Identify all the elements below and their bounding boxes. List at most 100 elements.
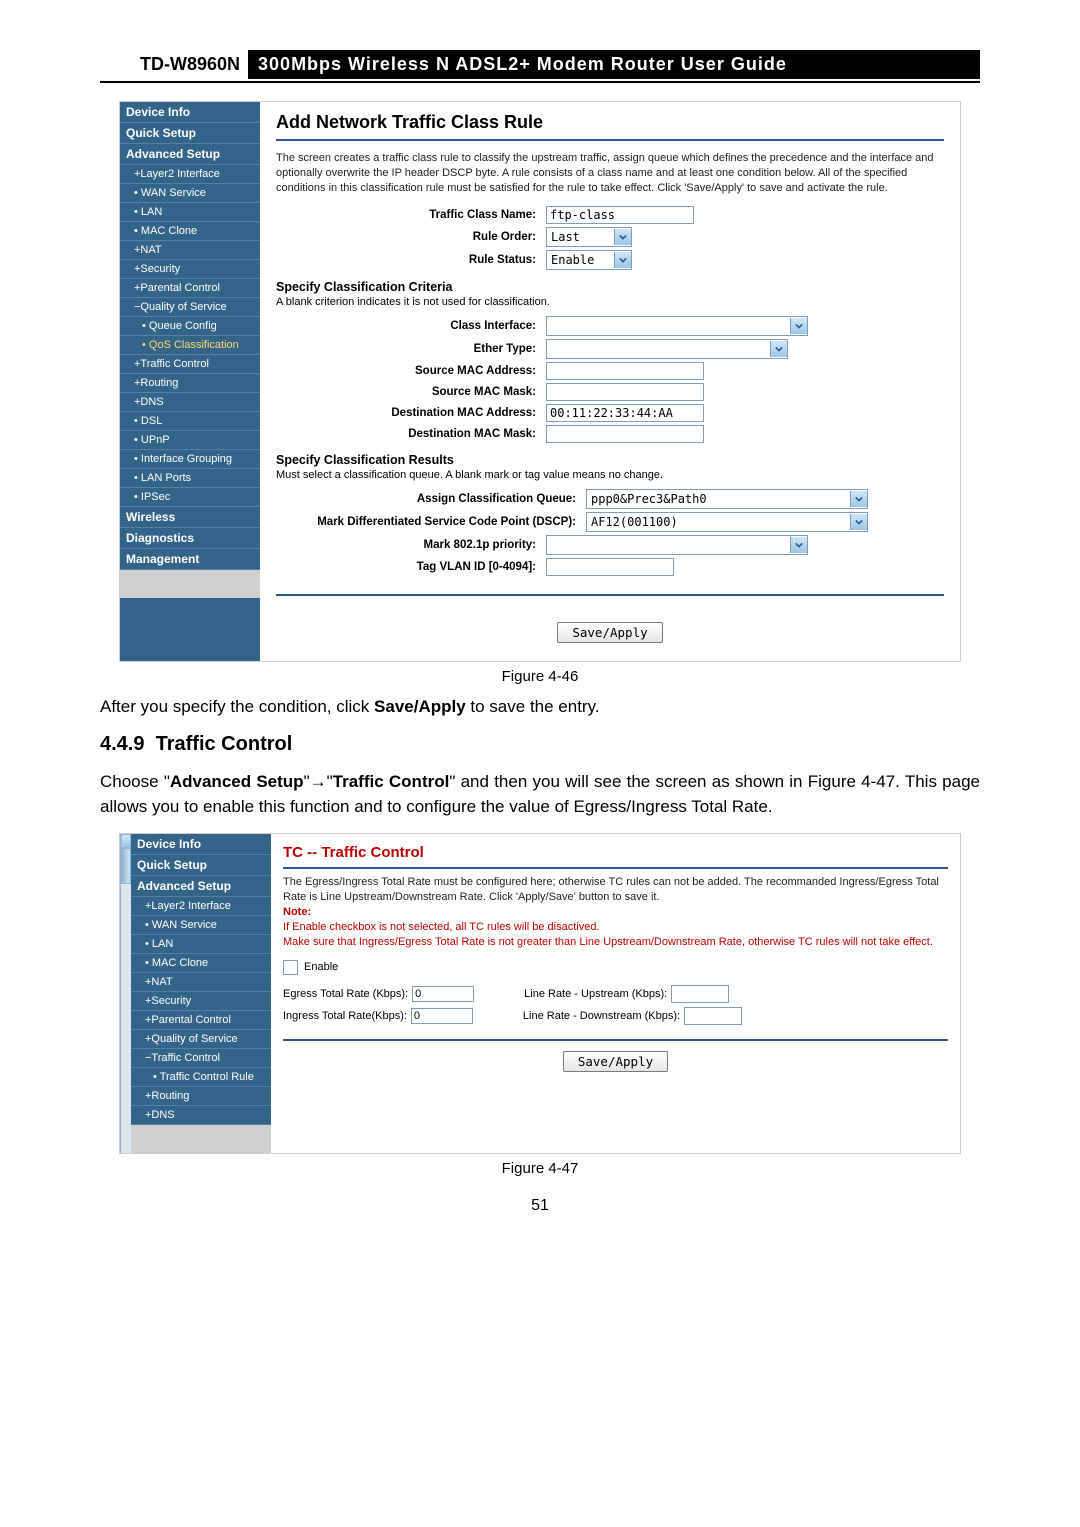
nav-sidebar: Device InfoQuick SetupAdvanced Setup+Lay… [120,102,260,661]
sidebar-spacer [120,570,260,598]
sidebar-item[interactable]: +Parental Control [131,1011,271,1030]
sidebar-item[interactable]: • MAC Clone [120,222,260,241]
divider [283,1039,948,1041]
sidebar-item[interactable]: +Security [120,260,260,279]
sidebar-item[interactable]: • LAN [120,203,260,222]
src-mask-label: Source MAC Mask: [276,386,546,398]
dscp-value: AF12(001100) [587,515,850,529]
sidebar-item[interactable]: +Parental Control [120,279,260,298]
sidebar-item[interactable]: • LAN Ports [120,469,260,488]
scroll-thumb[interactable] [121,848,131,884]
body-paragraph: After you specify the condition, click S… [100,695,980,720]
save-apply-button[interactable]: Save/Apply [563,1051,668,1072]
traffic-class-name-input[interactable] [546,206,694,224]
chevron-down-icon [614,229,631,245]
scroll-up-icon[interactable] [121,834,131,848]
src-mask-input[interactable] [546,383,704,401]
sidebar-spacer [131,1125,271,1153]
divider [283,867,948,869]
sidebar-item[interactable]: +Security [131,992,271,1011]
body-paragraph: Choose "Advanced Setup"→"Traffic Control… [100,770,980,819]
p8021-label: Mark 802.1p priority: [276,539,546,551]
assign-queue-select[interactable]: ppp0&Prec3&Path0 [586,489,868,509]
description-text: The Egress/Ingress Total Rate must be co… [283,875,948,949]
assign-queue-value: ppp0&Prec3&Path0 [587,492,850,506]
enable-checkbox[interactable] [283,960,298,975]
dst-mac-input[interactable] [546,404,704,422]
rule-order-value: Last [547,230,584,244]
sidebar-item[interactable]: Device Info [120,102,260,123]
sidebar-item[interactable]: +Layer2 Interface [131,897,271,916]
sidebar-item[interactable]: • WAN Service [120,184,260,203]
vlan-label: Tag VLAN ID [0-4094]: [276,561,546,573]
sidebar-item[interactable]: +Routing [131,1087,271,1106]
page-number: 51 [100,1197,980,1215]
dst-mask-input[interactable] [546,425,704,443]
sidebar-item[interactable]: • DSL [120,412,260,431]
upstream-label: Line Rate - Upstream (Kbps): [524,988,667,1000]
doc-title: 300Mbps Wireless N ADSL2+ Modem Router U… [248,50,980,79]
criteria-heading: Specify Classification Criteria [276,280,944,294]
src-mac-label: Source MAC Address: [276,365,546,377]
sidebar-item[interactable]: Management [120,549,260,570]
sidebar-item[interactable]: −Traffic Control [131,1049,271,1068]
sidebar-item[interactable]: −Quality of Service [120,298,260,317]
vlan-input[interactable] [546,558,674,576]
ether-type-select[interactable] [546,339,788,359]
criteria-note: A blank criterion indicates it is not us… [276,296,944,308]
ingress-label: Ingress Total Rate(Kbps): [283,1010,407,1022]
chevron-down-icon [770,341,787,357]
assign-queue-label: Assign Classification Queue: [276,493,586,505]
sidebar-item[interactable]: • Queue Config [120,317,260,336]
sidebar-item[interactable]: Wireless [120,507,260,528]
results-heading: Specify Classification Results [276,453,944,467]
egress-input[interactable] [412,986,474,1002]
sidebar-item[interactable]: • WAN Service [131,916,271,935]
scrollbar[interactable] [120,834,131,1153]
sidebar-item[interactable]: +Traffic Control [120,355,260,374]
sidebar-item[interactable]: +NAT [120,241,260,260]
rule-status-select[interactable]: Enable [546,250,632,270]
sidebar-item[interactable]: Advanced Setup [120,144,260,165]
sidebar-item[interactable]: +Quality of Service [131,1030,271,1049]
traffic-class-name-label: Traffic Class Name: [276,209,546,221]
section-heading: 4.4.9 Traffic Control [100,733,980,756]
screenshot-tc: Device InfoQuick SetupAdvanced Setup+Lay… [119,833,961,1154]
chevron-down-icon [850,514,867,530]
content-panel: TC -- Traffic Control The Egress/Ingress… [271,834,960,1153]
p8021-select[interactable] [546,535,808,555]
dscp-select[interactable]: AF12(001100) [586,512,868,532]
figure-caption: Figure 4-47 [100,1160,980,1177]
sidebar-item[interactable]: • QoS Classification [120,336,260,355]
sidebar-item[interactable]: • Interface Grouping [120,450,260,469]
class-interface-select[interactable] [546,316,808,336]
results-note: Must select a classification queue. A bl… [276,469,944,481]
model-label: TD-W8960N [100,50,248,79]
egress-label: Egress Total Rate (Kbps): [283,988,408,1000]
sidebar-item[interactable]: • LAN [131,935,271,954]
save-apply-button[interactable]: Save/Apply [557,622,662,643]
sidebar-item[interactable]: +NAT [131,973,271,992]
src-mac-input[interactable] [546,362,704,380]
sidebar-item[interactable]: • Traffic Control Rule [131,1068,271,1087]
dst-mask-label: Destination MAC Mask: [276,428,546,440]
divider [276,594,944,596]
nav-sidebar: Device InfoQuick SetupAdvanced Setup+Lay… [131,834,271,1153]
downstream-label: Line Rate - Downstream (Kbps): [523,1010,680,1022]
sidebar-item[interactable]: +Routing [120,374,260,393]
sidebar-item[interactable]: +DNS [120,393,260,412]
sidebar-item[interactable]: +DNS [131,1106,271,1125]
sidebar-item[interactable]: • UPnP [120,431,260,450]
downstream-value [684,1007,742,1025]
ingress-input[interactable] [411,1008,473,1024]
sidebar-item[interactable]: Device Info [131,834,271,855]
sidebar-item[interactable]: • IPSec [120,488,260,507]
class-interface-label: Class Interface: [276,320,546,332]
sidebar-item[interactable]: Diagnostics [120,528,260,549]
sidebar-item[interactable]: Quick Setup [131,855,271,876]
sidebar-item[interactable]: • MAC Clone [131,954,271,973]
sidebar-item[interactable]: Quick Setup [120,123,260,144]
sidebar-item[interactable]: +Layer2 Interface [120,165,260,184]
rule-order-select[interactable]: Last [546,227,632,247]
sidebar-item[interactable]: Advanced Setup [131,876,271,897]
